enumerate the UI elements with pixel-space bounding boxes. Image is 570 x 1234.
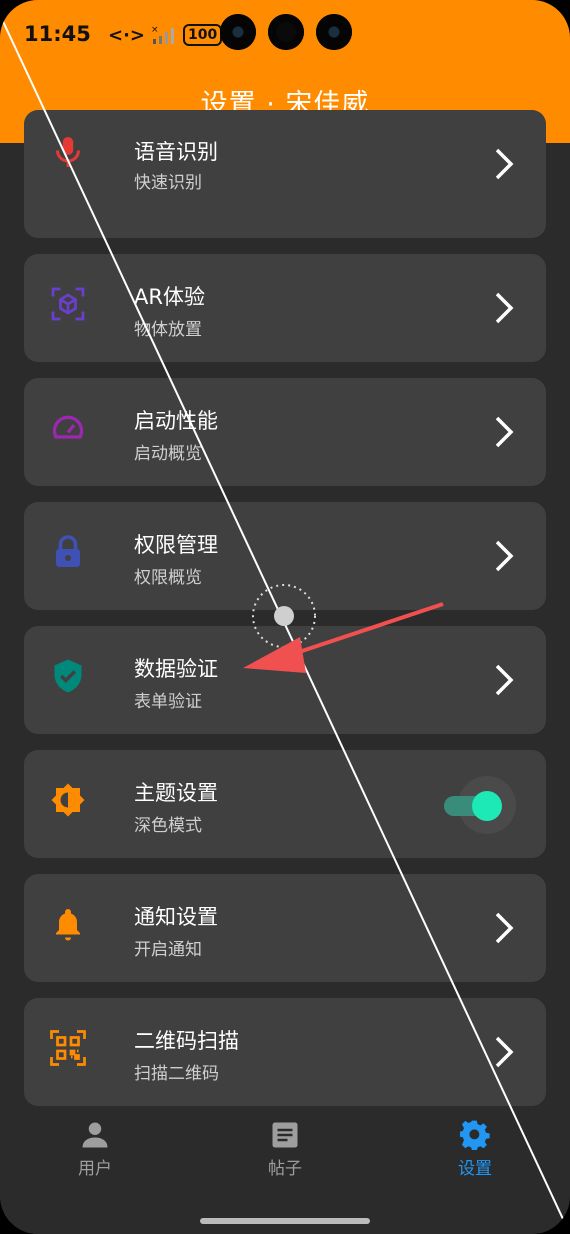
qr-scan-icon (50, 1030, 86, 1066)
camera-lens-icon (220, 14, 256, 50)
settings-item-title: 权限管理 (134, 533, 218, 557)
chevron-right-icon[interactable] (492, 290, 516, 326)
settings-item-subtitle: 启动概览 (134, 444, 202, 464)
settings-item-title: AR体验 (134, 285, 205, 309)
settings-item-startup-performance[interactable]: 启动性能 启动概览 (24, 378, 546, 486)
svg-text:×: × (151, 25, 159, 35)
settings-item-theme[interactable]: 主题设置 深色模式 (24, 750, 546, 858)
chevron-right-icon[interactable] (492, 1034, 516, 1070)
nav-tab-settings[interactable]: 设置 (415, 1120, 535, 1179)
status-icons: <·> × 100 (108, 22, 223, 48)
lock-icon (56, 535, 80, 567)
status-time: 11:45 (24, 22, 91, 46)
settings-item-notifications[interactable]: 通知设置 开启通知 (24, 874, 546, 982)
settings-item-subtitle: 开启通知 (134, 940, 202, 960)
dark-mode-toggle[interactable] (444, 774, 522, 834)
camera-cutouts (220, 14, 352, 50)
toggle-knob[interactable] (472, 791, 502, 821)
nav-tab-posts[interactable]: 帖子 (225, 1120, 345, 1179)
settings-item-title: 启动性能 (134, 409, 218, 433)
settings-item-subtitle: 物体放置 (134, 320, 202, 340)
gear-icon (460, 1120, 490, 1150)
signal-icon: × (151, 25, 175, 44)
bottom-navigation: 用户 帖子 设置 (0, 1106, 570, 1234)
camera-lens-icon (316, 14, 352, 50)
settings-item-subtitle: 快速识别 (134, 173, 202, 193)
speedometer-icon (52, 415, 84, 439)
settings-item-qr-scan[interactable]: 二维码扫描 扫描二维码 (24, 998, 546, 1106)
person-icon (82, 1122, 108, 1148)
home-indicator[interactable] (200, 1218, 370, 1224)
phone-screen: 11:45 <·> × 100 设置 · 宋佳威 语音识别 快速识别 AR体验 … (0, 0, 570, 1234)
settings-item-subtitle: 权限概览 (134, 568, 202, 588)
battery-indicator: 100 (183, 24, 223, 46)
ar-cube-icon (51, 287, 85, 321)
status-bar: 11:45 <·> × 100 (0, 14, 570, 56)
nav-tab-label: 帖子 (268, 1159, 302, 1179)
brightness-icon (51, 783, 85, 817)
nav-tab-label: 设置 (458, 1159, 492, 1179)
settings-item-title: 语音识别 (134, 140, 218, 164)
nav-tab-label: 用户 (78, 1159, 112, 1179)
microphone-icon (56, 137, 80, 167)
network-activity-icon: <·> (108, 24, 146, 46)
settings-item-title: 通知设置 (134, 905, 218, 929)
chevron-right-icon[interactable] (492, 662, 516, 698)
settings-item-title: 主题设置 (134, 781, 218, 805)
settings-item-subtitle: 深色模式 (134, 816, 202, 836)
settings-item-voice[interactable]: 语音识别 快速识别 (24, 110, 546, 238)
nav-tab-users[interactable]: 用户 (35, 1120, 155, 1179)
settings-item-title: 数据验证 (134, 657, 218, 681)
bell-icon (56, 909, 80, 941)
settings-item-title: 二维码扫描 (134, 1029, 239, 1053)
settings-item-subtitle: 扫描二维码 (134, 1064, 219, 1084)
chevron-right-icon[interactable] (492, 910, 516, 946)
settings-item-subtitle: 表单验证 (134, 692, 202, 712)
chevron-right-icon[interactable] (492, 414, 516, 450)
chevron-right-icon[interactable] (492, 538, 516, 574)
chevron-right-icon[interactable] (492, 146, 516, 182)
settings-item-permissions[interactable]: 权限管理 权限概览 (24, 502, 546, 610)
camera-sensor-icon (268, 14, 304, 50)
shield-check-icon (54, 659, 82, 693)
article-icon (272, 1122, 298, 1148)
settings-item-ar[interactable]: AR体验 物体放置 (24, 254, 546, 362)
settings-item-data-validation[interactable]: 数据验证 表单验证 (24, 626, 546, 734)
